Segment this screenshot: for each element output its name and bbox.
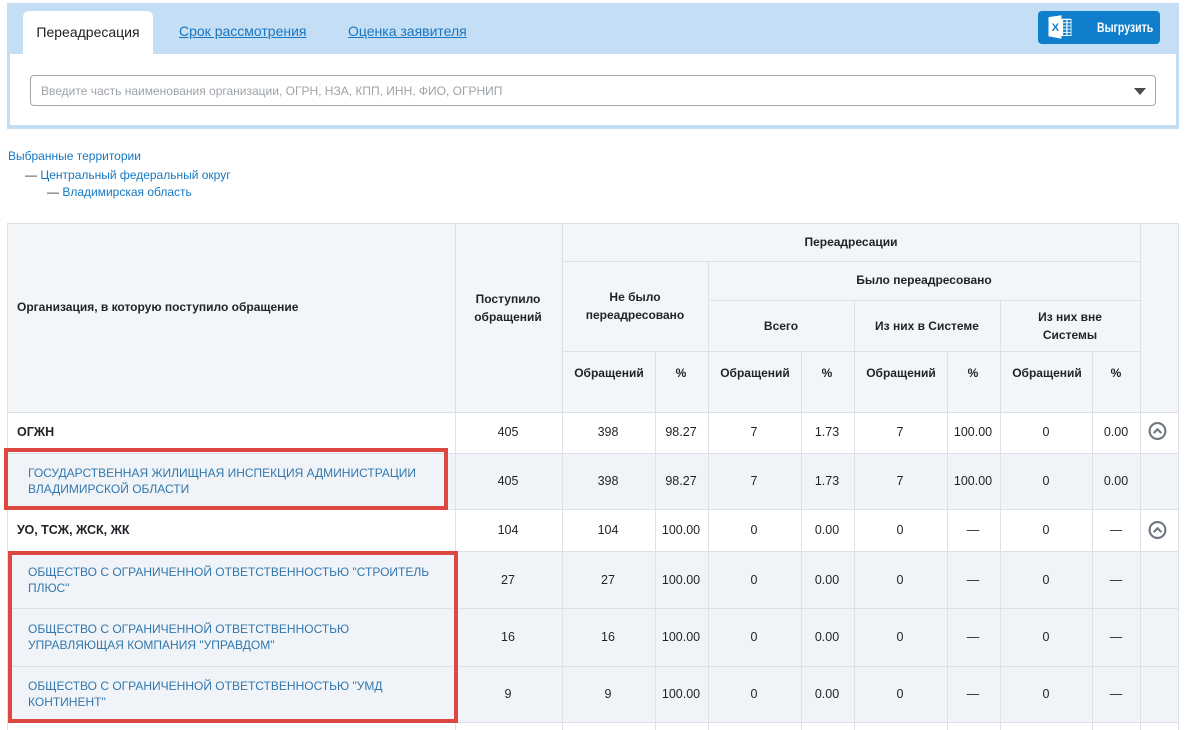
svg-text:X: X: [1052, 22, 1060, 34]
